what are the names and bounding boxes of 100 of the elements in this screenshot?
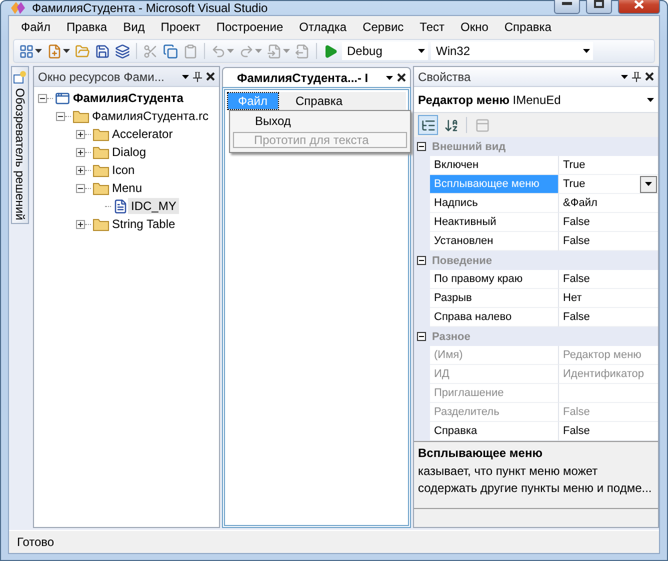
menu-item[interactable]: Сервис [354,20,412,34]
menu-item[interactable]: Правка [58,20,116,34]
maximize-icon [594,0,604,8]
menu-item[interactable]: Справка [496,20,560,34]
configuration-dropdown[interactable]: Debug [342,42,428,60]
menu-item[interactable]: Файл [13,20,59,34]
menu-item[interactable]: Окно [452,20,496,34]
collapse-icon[interactable] [417,256,426,265]
copy-icon [163,44,178,58]
tree-item[interactable]: Accelerator [109,126,176,142]
project-icon [55,90,70,106]
minimize-icon [562,2,572,6]
folder-icon [93,145,109,159]
caret-icon [418,49,425,53]
close-icon[interactable] [645,72,654,81]
property-name[interactable]: Включен [430,156,558,175]
play-icon [323,44,338,58]
property-name[interactable]: По правому краю [430,270,558,289]
property-value: Редактор меню [563,349,642,361]
window-title: ФамилияСтудента - Microsoft Visual Studio [32,1,269,15]
expand-icon[interactable] [76,220,85,228]
menu-item[interactable]: Построение [208,20,292,34]
side-tab[interactable]: Обозреватель решений [11,66,29,224]
undo-icon [211,44,226,58]
property-name[interactable]: Неактивный [430,213,558,232]
collapse-icon[interactable] [417,142,426,151]
expand-icon[interactable] [76,148,85,156]
expand-icon[interactable] [76,130,85,138]
tree-item[interactable]: Menu [109,180,146,196]
category-label: Внешний вид [432,140,506,152]
property-name[interactable]: Справа налево [430,308,558,327]
category-label: Поведение [432,254,492,266]
property-value: &Файл [563,197,598,209]
tree-item[interactable]: IDC_MY [128,198,180,214]
expand-icon[interactable] [76,166,85,174]
collapse-icon[interactable] [56,112,65,120]
caret-icon [283,49,290,53]
solution-icon [13,70,27,84]
file-input-icon [267,44,282,58]
property-name[interactable]: Надпись [430,194,558,213]
menu-item[interactable]: Проект [152,20,208,34]
property-value: Идентификатор [563,368,644,380]
document-icon [113,198,128,214]
value-dropdown-button[interactable] [640,176,657,192]
maximize-button[interactable] [586,0,612,14]
sort-az-icon [444,118,458,132]
folder-icon [93,127,109,141]
property-value: False [563,273,590,285]
tree-item[interactable]: ФамилияСтудента [70,90,186,106]
pin-icon[interactable] [193,72,202,82]
panel-title: Окно ресурсов Фами... [38,70,166,84]
categorized-icon [420,118,436,132]
tree-item[interactable]: String Table [109,216,178,232]
folder-icon [73,109,89,123]
redo-icon [239,44,254,58]
menu-item[interactable]: Тест [412,20,452,34]
caret-icon [647,98,654,102]
collapse-icon[interactable] [417,332,426,341]
tree-item[interactable]: Dialog [109,144,150,160]
close-icon[interactable] [397,73,406,82]
caret-icon [182,74,189,78]
property-value: False [563,235,590,247]
clipboard-icon [183,44,198,58]
menu-item[interactable]: Вид [115,20,153,34]
close-button[interactable] [618,0,660,14]
close-icon[interactable] [206,72,215,81]
caret-icon [583,49,590,53]
layers-icon [115,44,130,58]
property-pages-icon [474,118,490,132]
property-value: False [563,406,590,418]
properties-tool-button[interactable] [418,115,438,135]
file-plus-icon [47,44,62,58]
caret-icon [255,49,262,53]
minimize-button[interactable] [554,0,580,14]
file-output-icon [295,44,310,58]
save-icon [95,44,110,58]
menu-editor-item[interactable]: Выход [233,113,407,129]
property-name[interactable]: Установлен [430,232,558,251]
document-tab[interactable]: ФамилияСтудента...- I [222,67,411,87]
caret-icon [386,76,393,80]
tree-item[interactable]: Icon [109,162,138,178]
property-value: False [563,216,590,228]
property-name[interactable]: Разрыв [430,289,558,308]
property-name[interactable]: Справка [430,422,558,441]
tree-item[interactable]: ФамилияСтудента.rc [89,108,212,124]
platform-dropdown[interactable]: Win32 [431,42,593,60]
folder-icon [93,217,109,231]
collapse-icon[interactable] [76,184,85,192]
property-value: False [563,425,590,437]
property-value: True [563,159,586,171]
collapse-icon[interactable] [38,94,47,102]
pin-icon[interactable] [632,72,641,82]
menu-item[interactable]: Отладка [291,20,355,34]
caret-icon [621,74,628,78]
scissors-icon [143,44,158,58]
open-folder-icon [75,44,90,58]
menu-editor-item[interactable]: Справка [286,93,353,109]
description-text: казывает, что пункт меню может содержать другие пункты меню и подме... [418,463,653,497]
app-logo-icon [10,1,26,15]
grid-icon [19,44,34,58]
